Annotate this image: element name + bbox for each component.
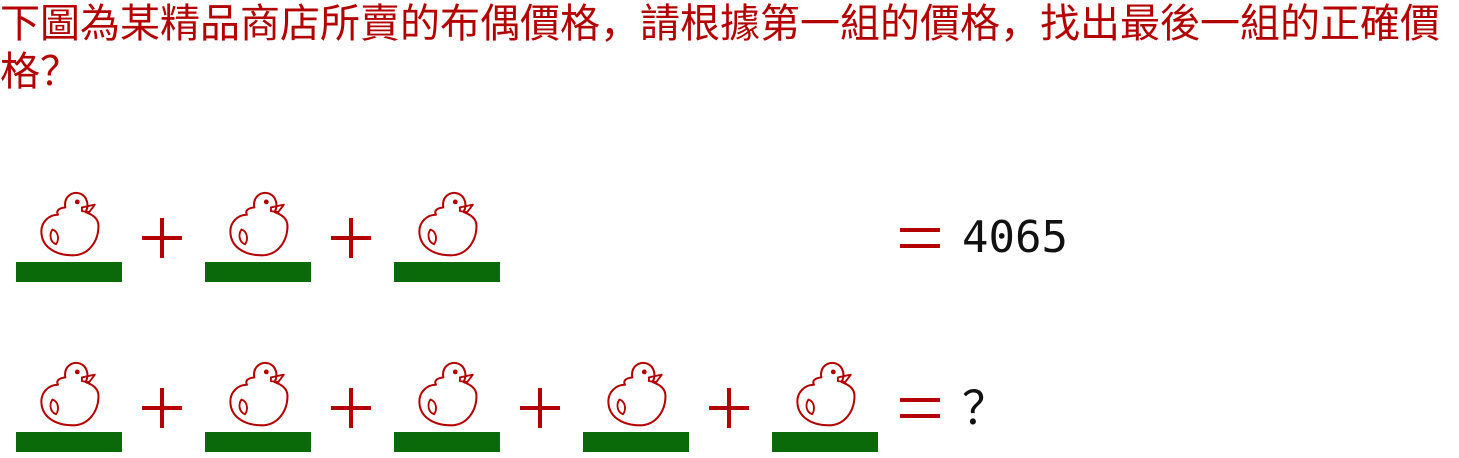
duck-item: [772, 348, 878, 454]
result-value: 4065: [962, 212, 1068, 263]
duck-item: [394, 178, 500, 284]
equals-sign: [900, 226, 940, 250]
duck-base: [394, 432, 500, 452]
rubber-duck-icon: [796, 361, 856, 427]
rubber-duck-icon: [229, 191, 289, 257]
duck-base: [16, 432, 122, 452]
equation-row-2: ？: [0, 348, 1459, 458]
duck-base: [583, 432, 689, 452]
plus-sign: [142, 218, 182, 258]
rubber-duck-icon: [418, 361, 478, 427]
rubber-duck-icon: [418, 191, 478, 257]
plus-sign: [331, 388, 371, 428]
rubber-duck-icon: [607, 361, 667, 427]
duck-item: [16, 178, 122, 284]
duck-base: [394, 262, 500, 282]
duck-item: [16, 348, 122, 454]
plus-sign: [142, 388, 182, 428]
duck-base: [205, 262, 311, 282]
duck-item: [205, 178, 311, 284]
plus-sign: [520, 388, 560, 428]
question-text: 下圖為某精品商店所賣的布偶價格，請根據第一組的價格，找出最後一組的正確價格？: [0, 1, 1440, 95]
rubber-duck-icon: [40, 191, 100, 257]
equation-row-1: 4065: [0, 178, 1459, 288]
plus-sign: [709, 388, 749, 428]
duck-base: [772, 432, 878, 452]
equals-sign: [900, 396, 940, 420]
duck-item: [583, 348, 689, 454]
duck-item: [205, 348, 311, 454]
plus-sign: [331, 218, 371, 258]
duck-base: [16, 262, 122, 282]
unknown-result: ？: [962, 381, 1008, 435]
rubber-duck-icon: [40, 361, 100, 427]
duck-base: [205, 432, 311, 452]
rubber-duck-icon: [229, 361, 289, 427]
duck-item: [394, 348, 500, 454]
